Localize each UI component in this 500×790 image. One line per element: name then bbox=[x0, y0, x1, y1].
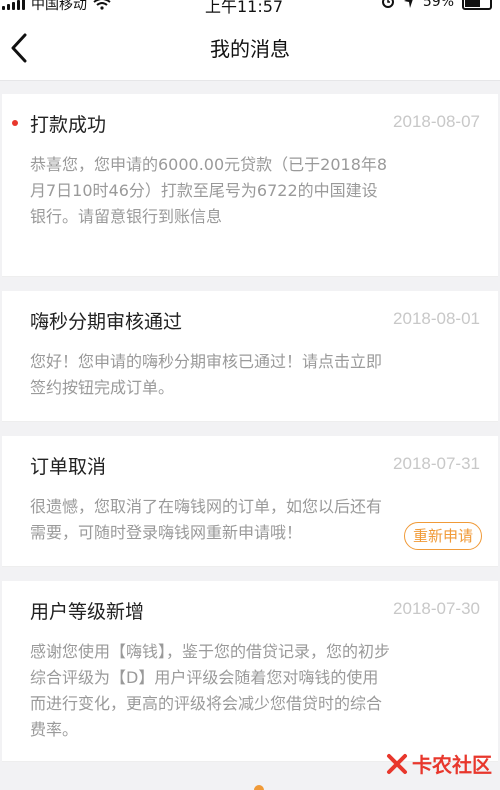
status-right: 59% bbox=[381, 0, 492, 10]
watermark-text: 卡农社区 bbox=[412, 753, 492, 777]
screen: 中国移动 上午11:57 59% 我的消息 打款成功 2018-08-07 恭喜… bbox=[0, 0, 500, 790]
message-title: 嗨秒分期审核通过 bbox=[30, 311, 183, 333]
location-arrow-icon bbox=[403, 0, 413, 8]
watermark: 卡农社区 bbox=[386, 749, 492, 778]
message-body: 感谢您使用【嗨钱】，鉴于您的借贷记录，您的初步综合评级为【D】用户评级会随着您对… bbox=[30, 642, 391, 739]
battery-percent: 59% bbox=[422, 0, 454, 10]
message-card[interactable]: 打款成功 2018-08-07 恭喜您，您申请的6000.00元贷款（已于201… bbox=[2, 94, 498, 277]
message-date: 2018-08-07 bbox=[393, 112, 480, 131]
signal-icon bbox=[2, 0, 25, 10]
reapply-button[interactable]: 重新申请 bbox=[403, 522, 482, 550]
message-date: 2018-07-30 bbox=[393, 599, 480, 618]
status-bar: 中国移动 上午11:57 59% bbox=[0, 0, 500, 16]
message-card[interactable]: 订单取消 2018-07-31 很遗憾，您取消了在嗨钱网的订单，如您以后还有需要… bbox=[2, 436, 498, 567]
battery-icon bbox=[462, 0, 492, 10]
message-title: 用户等级新增 bbox=[30, 601, 145, 623]
scroll-indicator bbox=[254, 785, 264, 790]
watermark-logo-icon bbox=[387, 753, 407, 774]
navbar: 我的消息 bbox=[0, 16, 500, 81]
message-card[interactable]: 用户等级新增 2018-07-30 感谢您使用【嗨钱】，鉴于您的借贷记录，您的初… bbox=[2, 581, 498, 762]
message-body: 很遗憾，您取消了在嗨钱网的订单，如您以后还有需要，可随时登录嗨钱网重新申请哦！ bbox=[30, 497, 383, 542]
message-list: 打款成功 2018-08-07 恭喜您，您申请的6000.00元贷款（已于201… bbox=[0, 94, 500, 762]
status-left: 中国移动 bbox=[2, 0, 111, 14]
wifi-icon bbox=[93, 0, 111, 10]
message-body: 您好！您申请的嗨秒分期审核已通过！请点击立即签约按钮完成订单。 bbox=[30, 352, 383, 397]
message-date: 2018-07-31 bbox=[393, 454, 480, 473]
message-card[interactable]: 嗨秒分期审核通过 2018-08-01 您好！您申请的嗨秒分期审核已通过！请点击… bbox=[2, 291, 498, 422]
message-date: 2018-08-01 bbox=[393, 309, 480, 328]
message-title: 打款成功 bbox=[30, 114, 107, 136]
page-title: 我的消息 bbox=[210, 37, 290, 61]
carrier-label: 中国移动 bbox=[31, 0, 87, 13]
message-body: 恭喜您，您申请的6000.00元贷款（已于2018年8月7日10时46分）打款至… bbox=[30, 155, 388, 226]
message-title: 订单取消 bbox=[30, 456, 107, 478]
alarm-icon bbox=[381, 0, 394, 8]
status-time: 上午11:57 bbox=[205, 0, 284, 16]
unread-dot bbox=[12, 120, 18, 126]
battery-fill bbox=[465, 0, 481, 7]
